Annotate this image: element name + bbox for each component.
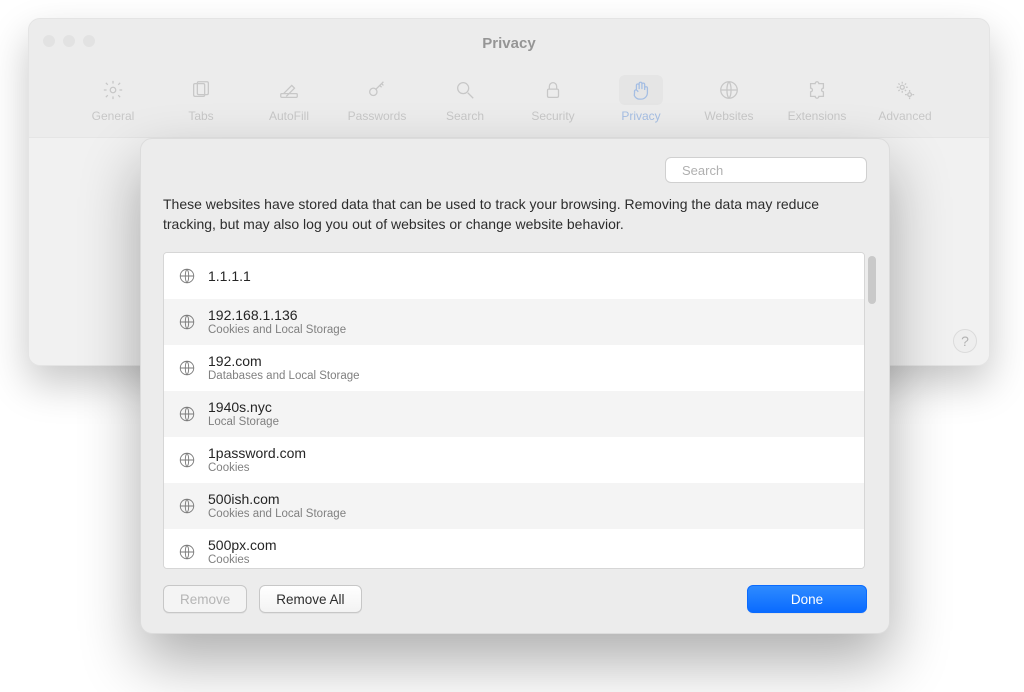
key-icon [355, 75, 399, 105]
sheet-description: These websites have stored data that can… [163, 195, 867, 234]
globe-icon [178, 313, 196, 331]
list-item[interactable]: 1940s.nycLocal Storage [164, 391, 864, 437]
tab-label: Security [531, 109, 574, 123]
site-domain: 1.1.1.1 [208, 268, 251, 285]
window-title: Privacy [29, 35, 989, 52]
tab-label: Advanced [878, 109, 931, 123]
website-data-sheet: These websites have stored data that can… [140, 138, 890, 634]
tab-label: Tabs [188, 109, 213, 123]
done-button[interactable]: Done [747, 585, 867, 613]
search-field[interactable] [665, 157, 867, 183]
scrollbar[interactable] [865, 252, 879, 569]
globe-icon [178, 543, 196, 561]
search-input[interactable] [680, 162, 860, 179]
list-item[interactable]: 500ish.comCookies and Local Storage [164, 483, 864, 529]
geargear-icon [883, 75, 927, 105]
tab-privacy[interactable]: Privacy [611, 75, 671, 123]
tab-label: Search [446, 109, 484, 123]
tab-search[interactable]: Search [435, 75, 495, 123]
website-data-list[interactable]: 1.1.1.1192.168.1.136Cookies and Local St… [163, 252, 865, 569]
remove-all-button[interactable]: Remove All [259, 585, 361, 613]
preferences-toolbar: General Tabs AutoFill Passwords Search Securi… [29, 73, 989, 135]
tab-label: General [92, 109, 135, 123]
site-detail: Cookies and Local Storage [208, 324, 346, 338]
tab-websites[interactable]: Websites [699, 75, 759, 123]
tabs-icon [179, 75, 223, 105]
tab-autofill[interactable]: AutoFill [259, 75, 319, 123]
tab-tabs[interactable]: Tabs [171, 75, 231, 123]
tab-security[interactable]: Security [523, 75, 583, 123]
tab-extensions[interactable]: Extensions [787, 75, 847, 123]
list-item[interactable]: 1.1.1.1 [164, 253, 864, 299]
site-domain: 192.168.1.136 [208, 307, 346, 324]
globe-icon [178, 451, 196, 469]
puzzle-icon [795, 75, 839, 105]
tab-label: Privacy [621, 109, 660, 123]
pen-icon [267, 75, 311, 105]
site-detail: Databases and Local Storage [208, 370, 360, 384]
list-item[interactable]: 500px.comCookies [164, 529, 864, 568]
tab-label: Websites [704, 109, 753, 123]
globe-icon [707, 75, 751, 105]
titlebar: Privacy [29, 19, 989, 73]
site-detail: Cookies [208, 462, 306, 476]
site-detail: Local Storage [208, 416, 279, 430]
site-detail: Cookies [208, 554, 276, 568]
help-button[interactable]: ? [953, 329, 977, 353]
site-domain: 1940s.nyc [208, 399, 279, 416]
tab-advanced[interactable]: Advanced [875, 75, 935, 123]
lock-icon [531, 75, 575, 105]
tab-label: Passwords [348, 109, 407, 123]
list-item[interactable]: 1password.comCookies [164, 437, 864, 483]
magnify-icon [443, 75, 487, 105]
tab-general[interactable]: General [83, 75, 143, 123]
list-item[interactable]: 192.comDatabases and Local Storage [164, 345, 864, 391]
remove-button[interactable]: Remove [163, 585, 247, 613]
list-item[interactable]: 192.168.1.136Cookies and Local Storage [164, 299, 864, 345]
globe-icon [178, 405, 196, 423]
gear-icon [91, 75, 135, 105]
site-domain: 192.com [208, 353, 360, 370]
scrollbar-thumb[interactable] [868, 256, 876, 304]
site-domain: 500ish.com [208, 491, 346, 508]
tab-passwords[interactable]: Passwords [347, 75, 407, 123]
globe-icon [178, 359, 196, 377]
tab-label: Extensions [788, 109, 847, 123]
hand-icon [619, 75, 663, 105]
site-domain: 1password.com [208, 445, 306, 462]
site-domain: 500px.com [208, 537, 276, 554]
globe-icon [178, 267, 196, 285]
site-detail: Cookies and Local Storage [208, 508, 346, 522]
globe-icon [178, 497, 196, 515]
tab-label: AutoFill [269, 109, 309, 123]
